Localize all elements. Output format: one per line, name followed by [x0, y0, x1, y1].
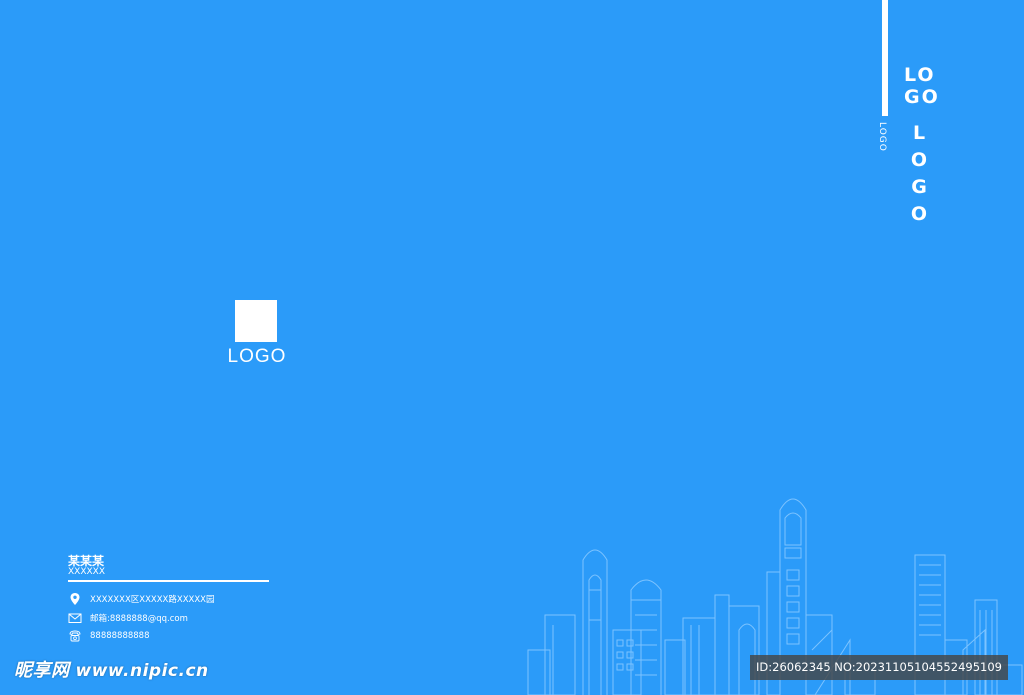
spine-logo-vertical: L O G O	[908, 120, 930, 228]
location-pin-icon	[68, 592, 82, 606]
id-badge: ID:26062345 NO:20231105104552495109	[750, 655, 1008, 680]
logo-text: LOGO	[227, 346, 287, 367]
contact-phone: 88888888888	[90, 631, 150, 641]
spine-letter: L	[912, 122, 926, 144]
watermark-brand: 昵享网 www.nipic.cn	[14, 656, 209, 682]
contact-address-row: XXXXXXX区XXXXX路XXXXX园	[68, 592, 215, 606]
contact-email: 邮箱:8888888@qq.com	[90, 614, 188, 624]
contact-subtitle: XXXXXX	[68, 567, 105, 577]
contact-phone-row: 88888888888	[68, 629, 150, 643]
spine-logo-line1: LO	[904, 64, 936, 86]
phone-icon	[68, 629, 82, 643]
spine-small-logo: LOGO	[877, 122, 887, 152]
logo-placeholder-square	[235, 300, 277, 342]
spine-logo-stacked: LO GO	[904, 64, 944, 108]
brochure-cover: LOGO LO GO L O G O LOGO 某某某 XXXXXX XXXXX…	[0, 0, 1024, 695]
spine-bar	[882, 0, 888, 116]
spine-letter: O	[910, 203, 928, 225]
watermark-site: www.nipic.cn	[75, 661, 209, 681]
spine-logo-line2: GO	[904, 86, 940, 108]
mail-icon	[68, 611, 82, 625]
spine-letter: G	[911, 176, 927, 198]
watermark-brand-name: 昵享网	[14, 660, 70, 681]
contact-address: XXXXXXX区XXXXX路XXXXX园	[90, 595, 215, 605]
contact-divider	[68, 580, 269, 582]
contact-email-row: 邮箱:8888888@qq.com	[68, 611, 188, 625]
spine-letter: O	[910, 149, 928, 171]
